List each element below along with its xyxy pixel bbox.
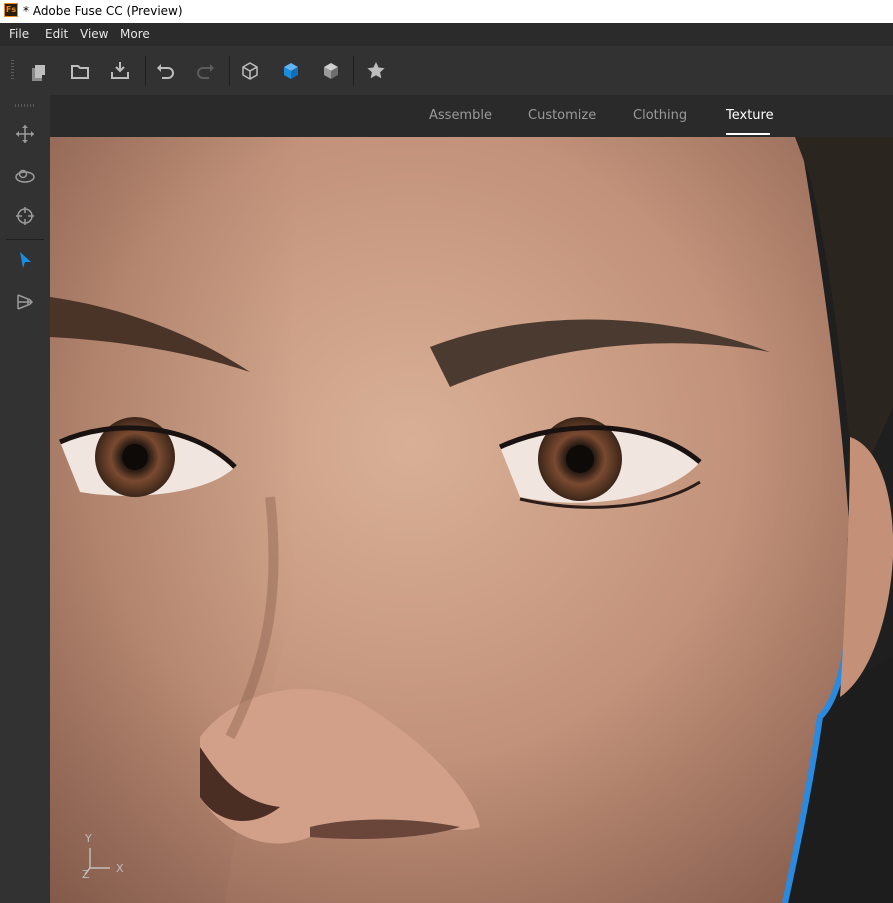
toolbar [0,46,893,95]
save-download-icon [111,62,129,79]
solid-view-button[interactable] [278,58,304,84]
open-button[interactable] [67,58,93,84]
toolbar-grip[interactable] [11,60,14,80]
new-button[interactable] [26,58,52,84]
toolbar-separator [229,56,230,86]
tab-assemble[interactable]: Assemble [429,108,492,123]
app-logo-icon: Fs [4,3,18,17]
toolbar-separator [353,56,354,86]
menu-edit[interactable]: Edit [45,27,68,41]
orbit-icon [15,169,35,183]
menu-more[interactable]: More [120,27,150,41]
axis-z-label: Z [82,868,90,881]
title-bar: Fs * Adobe Fuse CC (Preview) [0,0,893,23]
sidebar-separator [6,239,44,240]
save-button[interactable] [107,58,133,84]
axis-y-label: Y [85,832,92,845]
wireframe-view-button[interactable] [237,58,263,84]
open-folder-icon [71,65,89,79]
new-icon [32,65,45,81]
star-icon [367,62,385,79]
redo-button[interactable] [193,58,219,84]
move-tool-button[interactable] [12,121,38,147]
toolbar-separator [145,56,146,86]
redo-icon [197,64,214,79]
menu-file[interactable]: File [9,27,29,41]
perspective-tool-button[interactable] [12,289,38,315]
undo-icon [157,64,174,79]
workflow-tabs: Assemble Customize Clothing Texture [50,95,893,137]
active-tab-indicator [726,133,770,135]
cube-solid-icon [284,63,298,79]
axis-x-label: X [116,862,124,875]
tab-customize[interactable]: Customize [528,108,596,123]
perspective-icon [17,294,34,310]
target-icon [16,207,34,225]
cube-wireframe-icon [242,62,258,80]
target-tool-button[interactable] [12,203,38,229]
sidebar-grip[interactable] [15,104,35,107]
orbit-tool-button[interactable] [12,163,38,189]
menu-bar: File Edit View More [0,23,893,46]
menu-view[interactable]: View [80,27,108,41]
cube-shaded-icon [324,63,338,79]
window-title: * Adobe Fuse CC (Preview) [23,4,183,18]
select-tool-button[interactable] [12,247,38,273]
tab-clothing[interactable]: Clothing [633,108,687,123]
move-arrows-icon [16,125,34,143]
tool-sidebar [0,95,50,903]
axis-gizmo: Y X Z [76,832,136,887]
tab-texture[interactable]: Texture [726,108,774,123]
select-arrow-icon [20,252,31,268]
3d-viewport[interactable]: Y X Z [50,137,893,903]
undo-button[interactable] [152,58,178,84]
shaded-view-button[interactable] [318,58,344,84]
face-render [50,137,893,903]
favorite-button[interactable] [363,58,389,84]
